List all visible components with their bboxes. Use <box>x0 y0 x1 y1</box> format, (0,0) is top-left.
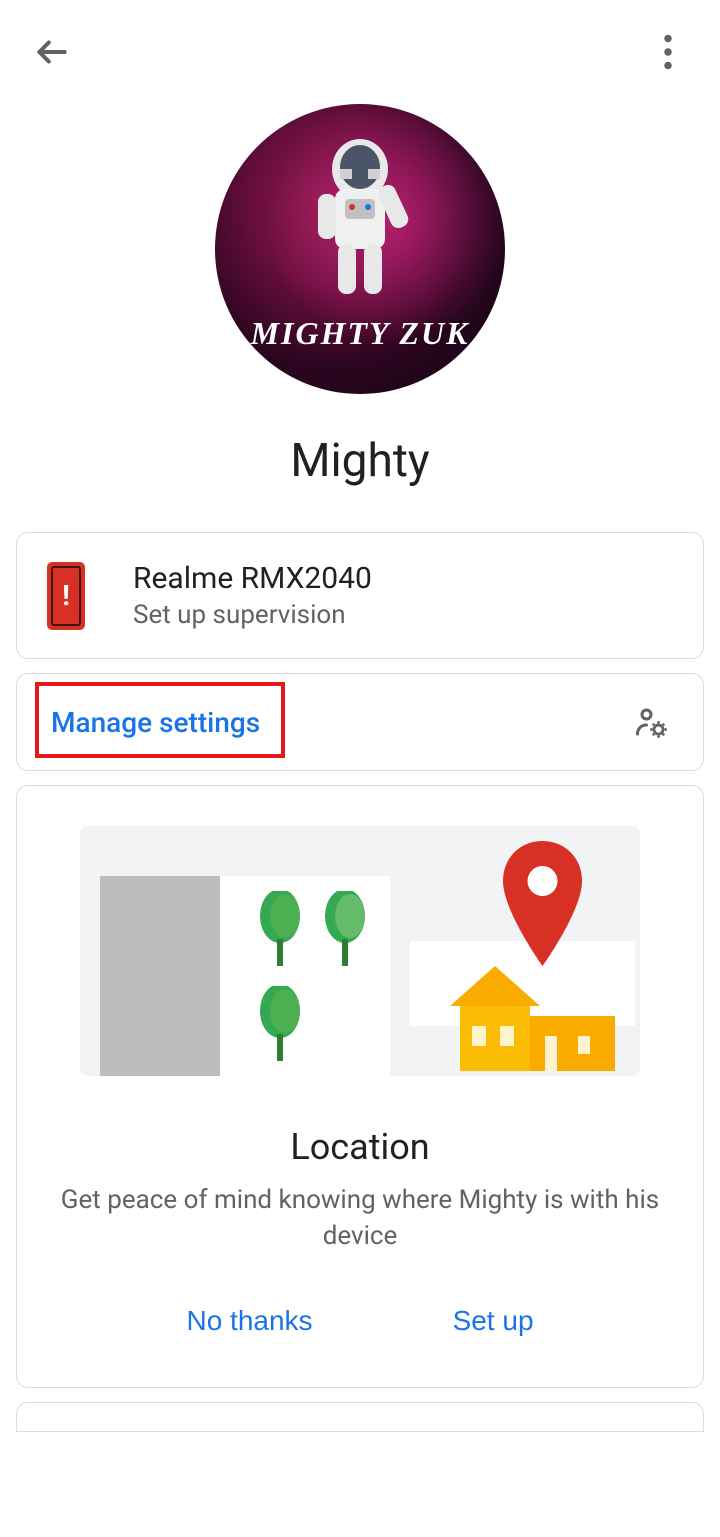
more-vert-icon[interactable] <box>646 30 690 74</box>
device-card[interactable]: Realme RMX2040 Set up supervision <box>16 532 704 659</box>
device-name: Realme RMX2040 <box>133 561 673 596</box>
location-actions: No thanks Set up <box>47 1295 673 1357</box>
set-up-button[interactable]: Set up <box>433 1295 554 1347</box>
device-info: Realme RMX2040 Set up supervision <box>133 561 673 630</box>
location-title: Location <box>47 1126 673 1168</box>
person-gear-icon <box>633 704 669 740</box>
avatar-text: MIGHTY ZUK <box>215 315 505 352</box>
profile-name: Mighty <box>290 434 429 488</box>
avatar[interactable]: MIGHTY ZUK <box>215 104 505 394</box>
header <box>0 0 720 94</box>
location-card: Location Get peace of mind knowing where… <box>16 785 704 1388</box>
location-illustration <box>80 826 640 1076</box>
manage-settings-card[interactable]: Manage settings <box>16 673 704 771</box>
no-thanks-button[interactable]: No thanks <box>166 1295 332 1347</box>
profile-section: MIGHTY ZUK Mighty <box>0 94 720 518</box>
astronaut-figure <box>290 129 430 309</box>
next-card-partial <box>16 1402 704 1432</box>
back-arrow-icon[interactable] <box>30 30 74 74</box>
phone-alert-icon <box>47 562 85 630</box>
device-subtitle: Set up supervision <box>133 600 673 630</box>
manage-settings-label: Manage settings <box>51 706 260 739</box>
location-description: Get peace of mind knowing where Mighty i… <box>47 1182 673 1255</box>
